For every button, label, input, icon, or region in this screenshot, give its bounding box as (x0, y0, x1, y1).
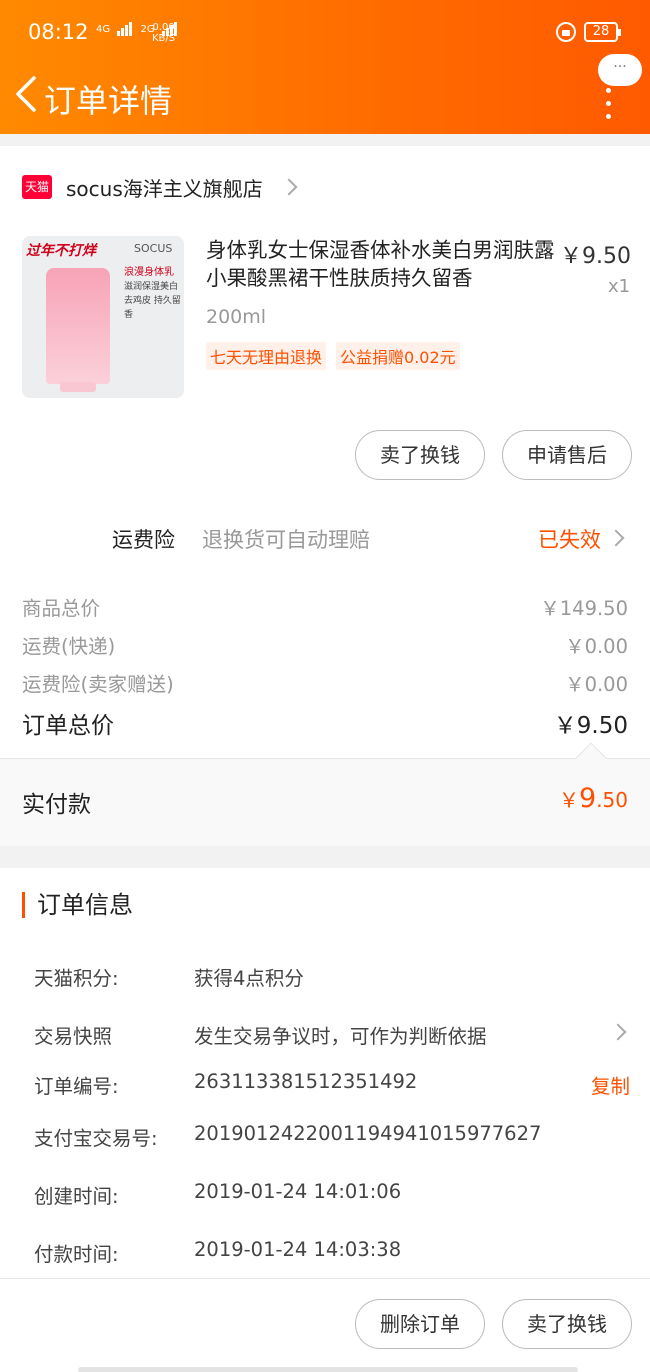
bottom-action-bar: 删除订单 卖了换钱 (0, 1278, 650, 1372)
order-item-card: 天猫 socus海洋主义旗舰店 过年不打烊 SOCUS 浪漫身体乳 滋润保湿美白… (0, 146, 650, 846)
order-number-value: 263113381512351492 (194, 1070, 418, 1093)
product-image-line: 滋润保湿美白 (124, 282, 179, 292)
created-label: 创建时间: (34, 1185, 119, 1208)
product-image-text: 浪漫身体乳 滋润保湿美白 去鸡皮 持久留香 (124, 266, 184, 322)
actual-payment-label: 实付款 (22, 792, 91, 818)
alipay-label: 支付宝交易号: (34, 1127, 158, 1150)
delete-order-button[interactable]: 删除订单 (355, 1299, 485, 1349)
goods-total-row: 商品总价 ￥149.50 (22, 592, 628, 621)
actual-payment-amount: ￥9.50 (559, 783, 628, 814)
insurance-desc: 退换货可自动理赔 (202, 528, 370, 552)
copy-button[interactable]: 复制 (591, 1070, 630, 1099)
tag-charity: 公益捐赠0.02元 (336, 342, 460, 370)
insurance-fee-label: 运费险(卖家赠送) (22, 673, 174, 696)
product-quantity: x1 (608, 276, 631, 297)
actual-payment-row: 实付款 ￥9.50 (0, 742, 650, 846)
product-sku: 200ml (206, 306, 267, 328)
shop-link[interactable]: 天猫 socus海洋主义旗舰店 (22, 170, 622, 204)
points-label: 天猫积分: (34, 967, 119, 990)
points-value: 获得4点积分 (194, 967, 304, 990)
shipping-insurance-row[interactable]: 运费险 退换货可自动理赔 已失效 (0, 516, 650, 560)
shop-name: socus海洋主义旗舰店 (66, 176, 263, 201)
sell-button-bottom[interactable]: 卖了换钱 (502, 1299, 632, 1349)
chevron-right-icon (609, 1023, 627, 1041)
paid-integer: 9 (579, 783, 597, 814)
product-image-line: 浪漫身体乳 (124, 267, 174, 278)
order-number-label: 订单编号: (34, 1075, 119, 1098)
insurance-status: 已失效 (538, 528, 601, 552)
product-image[interactable]: 过年不打烊 SOCUS 浪漫身体乳 滋润保湿美白 去鸡皮 持久留香 (22, 236, 184, 398)
goods-total-value: ￥149.50 (540, 597, 628, 620)
sell-button[interactable]: 卖了换钱 (355, 430, 485, 480)
shipping-label: 运费(快递) (22, 635, 116, 658)
order-total-row: 订单总价 ￥9.50 (22, 706, 628, 740)
goods-total-label: 商品总价 (22, 597, 101, 620)
more-bubble-button[interactable]: ··· (598, 54, 642, 86)
order-total-value: ￥9.50 (553, 713, 628, 739)
shipping-value: ￥0.00 (565, 635, 628, 658)
home-indicator (78, 1367, 578, 1372)
alipay-value: 2019012422001194941015977627 (194, 1122, 542, 1145)
tag-return: 七天无理由退换 (206, 342, 327, 370)
back-button[interactable] (12, 74, 42, 114)
product-image-promo: 过年不打烊 (26, 243, 96, 259)
snapshot-label: 交易快照 (34, 1025, 113, 1048)
shipping-row: 运费(快递) ￥0.00 (22, 630, 628, 659)
paid-time-value: 2019-01-24 14:03:38 (194, 1238, 402, 1261)
order-total-label: 订单总价 (22, 713, 114, 739)
net-speed-unit: KB/S (152, 33, 176, 44)
battery-icon: 28 (584, 22, 621, 42)
paid-notch (575, 742, 607, 774)
paid-decimal: .50 (596, 788, 628, 812)
order-info-title: 订单信息 (22, 892, 133, 918)
app-header: 08:12 4G 2G 0.00 KB/S 28 订单详情 ··· (0, 0, 650, 134)
tmall-badge-icon: 天猫 (22, 175, 52, 199)
nav-bar: 订单详情 (0, 60, 650, 134)
paid-time-label: 付款时间: (34, 1243, 119, 1266)
product-price: ￥9.50 (560, 244, 631, 269)
product-tube-graphic (46, 268, 110, 392)
net-speed: 0.00 KB/S (152, 22, 175, 44)
signal-bars-icon (117, 22, 133, 36)
service-tags: 七天无理由退换 公益捐赠0.02元 (206, 342, 470, 370)
product-image-line: 去鸡皮 持久留香 (124, 296, 181, 320)
page-title: 订单详情 (44, 82, 173, 120)
paid-currency: ￥ (559, 788, 579, 812)
chevron-left-icon (16, 76, 36, 112)
insurance-label: 运费险 (112, 528, 175, 552)
signal-label-1: 4G (96, 24, 111, 35)
lock-icon (556, 22, 576, 42)
product-title[interactable]: 身体乳女士保湿香体补水美白男润肤露小果酸黑裙干性肤质持久留香 (206, 236, 556, 292)
insurance-fee-value: ￥0.00 (565, 673, 628, 696)
insurance-fee-row: 运费险(卖家赠送) ￥0.00 (22, 668, 628, 697)
order-info-card: 订单信息 天猫积分: 获得4点积分 交易快照 发生交易争议时，可作为判断依据 订… (0, 868, 650, 1372)
status-time: 08:12 (28, 20, 89, 44)
created-value: 2019-01-24 14:01:06 (194, 1180, 402, 1203)
chevron-right-icon (607, 529, 625, 547)
net-speed-value: 0.00 (152, 22, 175, 33)
after-sale-button[interactable]: 申请售后 (502, 430, 632, 480)
status-bar: 08:12 4G 2G 0.00 KB/S 28 (0, 0, 650, 66)
product-image-brand: SOCUS (134, 242, 173, 255)
snapshot-value: 发生交易争议时，可作为判断依据 (194, 1025, 487, 1048)
chevron-right-icon (280, 178, 298, 196)
more-menu-icon[interactable] (598, 88, 618, 132)
